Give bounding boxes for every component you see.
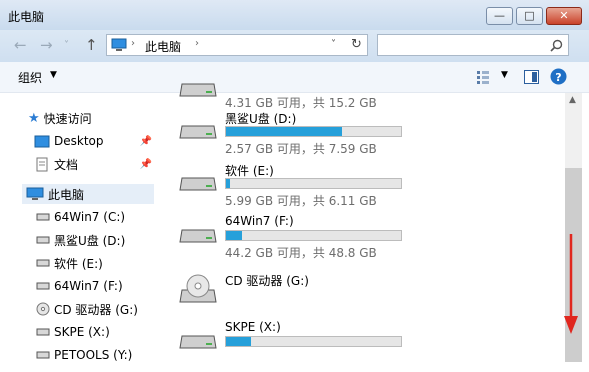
window-title: 此电脑	[8, 10, 45, 24]
recent-dropdown-icon[interactable]: ˅	[64, 40, 69, 51]
capacity-bar	[225, 126, 402, 137]
drive-icon	[36, 282, 50, 290]
organize-dropdown-icon[interactable]: ▼	[50, 70, 57, 80]
drive-usage: 5.99 GB 可用，共 6.11 GB	[225, 194, 377, 208]
cd-drive-icon	[179, 274, 217, 303]
drive-tile[interactable]: 软件 (E:) 5.99 GB 可用，共 6.11 GB	[170, 162, 570, 214]
sidebar-item-label: 此电脑	[48, 187, 85, 202]
breadcrumb-chevron-icon[interactable]: ›	[195, 38, 199, 49]
sidebar-item-drive-g[interactable]: CD 驱动器 (G:)	[36, 299, 138, 319]
drive-icon	[36, 259, 50, 267]
sidebar-item-label: 64Win7 (C:)	[54, 210, 126, 224]
address-dropdown-icon[interactable]: ˅	[331, 39, 336, 50]
drive-name: SKPE (X:)	[225, 320, 281, 334]
capacity-bar	[225, 178, 402, 189]
desktop-icon	[34, 135, 50, 147]
refresh-icon[interactable]: ↻	[351, 37, 362, 52]
pin-icon[interactable]: 📌	[140, 136, 152, 147]
hard-drive-icon	[179, 229, 217, 243]
up-arrow-icon[interactable]: ↑	[85, 36, 98, 54]
drive-tile[interactable]: SKPE (X:)	[170, 320, 570, 372]
drive-icon	[36, 351, 50, 359]
sidebar-item-label: Desktop	[54, 134, 104, 148]
drive-icon	[36, 236, 50, 244]
sidebar-item-quick-access[interactable]: ★ 快速访问	[28, 108, 92, 128]
annotation-arrow-icon	[564, 234, 578, 334]
sidebar-item-drive-c[interactable]: 64Win7 (C:)	[36, 207, 125, 227]
sidebar-item-desktop[interactable]: Desktop 📌	[34, 131, 154, 151]
sidebar-item-drive-x[interactable]: SKPE (X:)	[36, 322, 110, 342]
forward-arrow-icon[interactable]: →	[40, 36, 53, 54]
drive-tile[interactable]: 64Win7 (F:) 44.2 GB 可用，共 48.8 GB	[170, 214, 570, 266]
search-icon	[550, 39, 563, 52]
address-bar[interactable]: › 此电脑 › ˅ ↻	[106, 34, 368, 56]
drive-usage: 4.31 GB 可用，共 15.2 GB	[225, 96, 377, 110]
drive-name: 软件 (E:)	[225, 164, 274, 178]
capacity-fill	[226, 179, 230, 188]
capacity-bar	[225, 336, 402, 347]
capacity-fill	[226, 337, 251, 346]
back-arrow-icon[interactable]: ←	[14, 36, 27, 54]
drive-tile[interactable]: 黑鲨U盘 (D:) 2.57 GB 可用，共 7.59 GB	[170, 110, 570, 162]
hard-drive-icon	[179, 335, 217, 349]
sidebar-item-label: 快速访问	[43, 111, 92, 126]
sidebar-item-drive-d[interactable]: 黑鲨U盘 (D:)	[36, 230, 125, 250]
drive-usage: 44.2 GB 可用，共 48.8 GB	[225, 246, 377, 260]
organize-button[interactable]: 组织	[18, 69, 42, 86]
sidebar-item-label: 黑鲨U盘 (D:)	[54, 233, 126, 248]
sidebar-item-label: SKPE (X:)	[54, 325, 110, 339]
sidebar-item-documents[interactable]: 文档 📌	[34, 154, 154, 174]
capacity-fill	[226, 231, 242, 240]
computer-icon	[26, 187, 44, 200]
drive-usage: 2.57 GB 可用，共 7.59 GB	[225, 142, 377, 156]
sidebar-item-drive-y[interactable]: PETOOLS (Y:)	[36, 345, 132, 365]
drive-name: 64Win7 (F:)	[225, 214, 294, 228]
sidebar-item-label: 软件 (E:)	[54, 256, 103, 271]
sidebar-item-label: 文档	[54, 157, 79, 172]
sidebar-item-this-pc[interactable]: 此电脑	[22, 184, 154, 204]
navigation-pane: ★ 快速访问 Desktop 📌 文档 📌 此电脑 64Win7 (C:) 黑鲨…	[0, 93, 163, 362]
hard-drive-icon	[179, 177, 217, 191]
title-bar: 此电脑 — □ ✕	[0, 0, 589, 30]
search-input[interactable]	[377, 34, 569, 56]
sidebar-item-label: 64Win7 (F:)	[54, 279, 123, 293]
breadcrumb[interactable]: 此电脑	[145, 38, 181, 55]
drive-name: CD 驱动器 (G:)	[225, 274, 309, 288]
drive-icon	[36, 328, 50, 336]
capacity-fill	[226, 127, 342, 136]
maximize-button[interactable]: □	[516, 7, 543, 25]
drive-tile[interactable]: CD 驱动器 (G:)	[170, 272, 570, 324]
drive-name: 黑鲨U盘 (D:)	[225, 112, 297, 126]
drive-icon	[36, 213, 50, 221]
cd-drive-icon	[36, 302, 50, 316]
hard-drive-icon	[179, 125, 217, 139]
sidebar-item-drive-f[interactable]: 64Win7 (F:)	[36, 276, 123, 296]
computer-icon	[111, 38, 127, 51]
close-button[interactable]: ✕	[546, 7, 582, 25]
navigation-bar: ← → ˅ ↑ › 此电脑 › ˅ ↻	[0, 30, 589, 62]
scroll-up-arrow-icon[interactable]: ▲	[569, 95, 576, 105]
sidebar-item-label: PETOOLS (Y:)	[54, 348, 133, 362]
capacity-bar	[225, 230, 402, 241]
minimize-button[interactable]: —	[486, 7, 513, 25]
document-icon	[36, 157, 48, 171]
sidebar-item-drive-e[interactable]: 软件 (E:)	[36, 253, 103, 273]
sidebar-item-label: CD 驱动器 (G:)	[54, 302, 138, 317]
hard-drive-icon	[179, 83, 217, 97]
breadcrumb-separator-icon: ›	[131, 38, 135, 49]
pin-icon[interactable]: 📌	[140, 159, 152, 170]
star-icon: ★	[28, 110, 40, 126]
